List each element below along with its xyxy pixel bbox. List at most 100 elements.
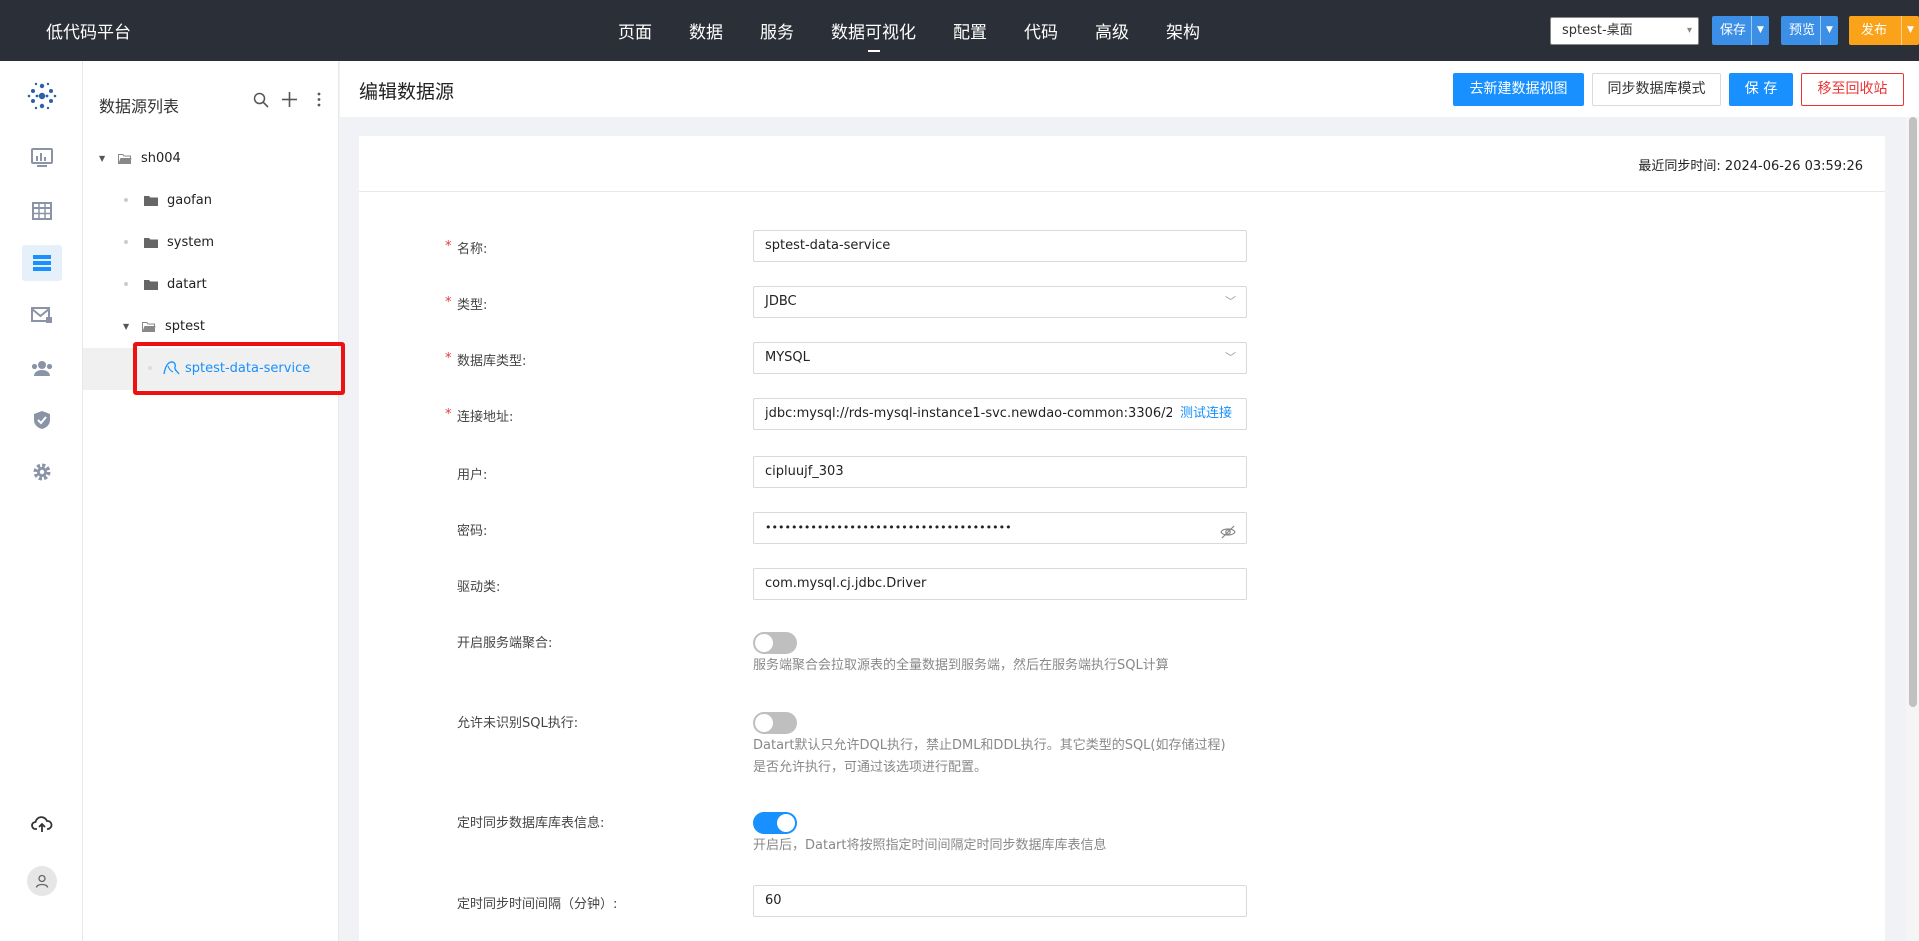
password-value: ••••••••••••••••••••••••••••••••••••••	[765, 521, 1012, 534]
divider	[359, 191, 1885, 192]
caret-down-icon[interactable]: ▼	[99, 154, 109, 163]
cloud-upload-icon[interactable]	[22, 806, 62, 842]
tree-label: sh004	[141, 150, 181, 166]
chevron-down-icon: ▾	[1686, 25, 1692, 36]
user-value: cipluujf_303	[765, 464, 844, 479]
folder-open-icon	[142, 321, 156, 332]
password-field[interactable]: ••••••••••••••••••••••••••••••••••••••	[753, 512, 1247, 544]
schedule-sync-label: 定时同步数据库库表信息:	[457, 816, 605, 831]
interval-label: 定时同步时间间隔（分钟）:	[457, 897, 618, 912]
type-select[interactable]: JDBC ﹀	[753, 286, 1247, 318]
allow-sql-label: 允许未识别SQL执行:	[457, 716, 579, 731]
nav-visualization[interactable]: 数据可视化	[831, 18, 916, 52]
nav-architecture[interactable]: 架构	[1166, 18, 1200, 43]
required-icon: *	[445, 407, 452, 422]
folder-open-icon	[118, 153, 132, 164]
name-value: sptest-data-service	[765, 238, 891, 253]
interval-field[interactable]: 60	[753, 885, 1247, 917]
content-header: 编辑数据源 去新建数据视图 同步数据库模式 保 存 移至回收站	[340, 61, 1919, 117]
nav-advanced[interactable]: 高级	[1095, 18, 1129, 43]
driver-value: com.mysql.cj.jdbc.Driver	[765, 576, 927, 591]
add-icon[interactable]	[282, 92, 297, 111]
table-icon[interactable]	[22, 193, 62, 229]
dbtype-label: * 数据库类型:	[445, 350, 527, 369]
schedule-sync-toggle[interactable]	[753, 812, 797, 834]
publish-label: 发布	[1861, 23, 1888, 38]
allow-sql-toggle[interactable]	[753, 712, 797, 734]
caret-down-icon[interactable]: ▼	[123, 322, 133, 331]
settings-icon[interactable]	[22, 454, 62, 490]
url-value: jdbc:mysql://rds-mysql-instance1-svc.new…	[765, 406, 1183, 421]
required-icon: *	[445, 351, 452, 366]
type-label-text: 类型:	[457, 298, 488, 313]
type-label: * 类型:	[445, 294, 488, 313]
dashboard-icon[interactable]	[22, 140, 62, 176]
folder-icon	[144, 195, 158, 206]
dbtype-value: MYSQL	[765, 350, 810, 365]
sync-schema-button[interactable]: 同步数据库模式	[1592, 73, 1721, 106]
caret-down-icon[interactable]: ▼	[1751, 16, 1769, 45]
avatar[interactable]	[22, 863, 62, 899]
tree-leaf-dot	[124, 198, 128, 202]
tree-leaf-dot	[124, 282, 128, 286]
server-agg-label: 开启服务端聚合:	[457, 636, 553, 651]
users-icon[interactable]	[22, 350, 62, 386]
user-label: 用户:	[457, 468, 488, 483]
dbtype-label-text: 数据库类型:	[457, 354, 527, 369]
more-icon[interactable]	[317, 92, 321, 111]
icon-rail	[0, 61, 83, 941]
save-button[interactable]: 保 存	[1729, 73, 1793, 106]
new-view-button[interactable]: 去新建数据视图	[1453, 73, 1584, 106]
app-title: 低代码平台	[46, 23, 131, 43]
folder-icon	[144, 279, 158, 290]
shield-icon[interactable]	[22, 402, 62, 438]
datasource-icon[interactable]	[22, 245, 62, 281]
tree-label: gaofan	[167, 192, 212, 208]
interval-value: 60	[765, 893, 782, 908]
project-select-value: sptest-桌面	[1562, 23, 1633, 38]
schedule-sync-help: 开启后，Datart将按照指定时间间隔定时同步数据库库表信息	[753, 838, 1107, 853]
url-label-text: 连接地址:	[457, 410, 514, 425]
publish-button[interactable]: 发布 ▼	[1849, 16, 1919, 45]
url-field[interactable]: jdbc:mysql://rds-mysql-instance1-svc.new…	[753, 398, 1247, 430]
tree-label: datart	[167, 276, 207, 292]
last-sync-time: 最近同步时间: 2024-06-26 03:59:26	[1638, 159, 1863, 174]
nav-data[interactable]: 数据	[689, 18, 723, 43]
mail-icon[interactable]	[22, 297, 62, 333]
name-label: * 名称:	[445, 238, 488, 257]
caret-down-icon[interactable]: ▼	[1901, 16, 1919, 45]
server-agg-help: 服务端聚合会拉取源表的全量数据到服务端，然后在服务端执行SQL计算	[753, 658, 1169, 673]
driver-field[interactable]: com.mysql.cj.jdbc.Driver	[753, 568, 1247, 600]
scrollbar-thumb[interactable]	[1909, 117, 1917, 707]
dbtype-select[interactable]: MYSQL ﹀	[753, 342, 1247, 374]
tree-node-datart[interactable]: datart	[124, 268, 207, 300]
tree-node-sh004[interactable]: ▼ sh004	[99, 142, 181, 174]
user-field[interactable]: cipluujf_303	[753, 456, 1247, 488]
nav-services[interactable]: 服务	[760, 18, 794, 43]
allow-sql-help-line1: Datart默认只允许DQL执行，禁止DML和DDL执行。其它类型的SQL(如存…	[753, 738, 1226, 753]
password-label: 密码:	[457, 524, 488, 539]
tree-node-system[interactable]: system	[124, 226, 214, 258]
top-bar: 低代码平台 页面 数据 服务 数据可视化 配置 代码 高级 架构 sptest-…	[0, 0, 1919, 61]
driver-label: 驱动类:	[457, 580, 501, 595]
preview-button[interactable]: 预览 ▼	[1781, 16, 1838, 45]
nav-pages[interactable]: 页面	[618, 18, 652, 43]
caret-down-icon[interactable]: ▼	[1820, 16, 1838, 45]
search-icon[interactable]	[253, 92, 269, 112]
project-select[interactable]: sptest-桌面 ▾	[1550, 17, 1699, 45]
tree-node-sptest[interactable]: ▼ sptest	[123, 310, 205, 342]
chevron-down-icon: ﹀	[1225, 295, 1236, 308]
name-field[interactable]: sptest-data-service	[753, 230, 1247, 262]
move-to-recycle-button[interactable]: 移至回收站	[1801, 73, 1904, 106]
top-save-button[interactable]: 保存 ▼	[1712, 16, 1769, 45]
nav-config[interactable]: 配置	[953, 18, 987, 43]
test-connection-link[interactable]: 测试连接	[1171, 399, 1232, 429]
server-agg-toggle[interactable]	[753, 632, 797, 654]
tree-node-gaofan[interactable]: gaofan	[124, 184, 212, 216]
preview-label: 预览	[1789, 23, 1816, 38]
name-label-text: 名称:	[457, 242, 488, 257]
toggle-knob	[755, 634, 773, 652]
nav-code[interactable]: 代码	[1024, 18, 1058, 43]
eye-invisible-icon[interactable]	[1220, 521, 1236, 543]
top-nav: 页面 数据 服务 数据可视化 配置 代码 高级 架构	[618, 18, 1237, 52]
